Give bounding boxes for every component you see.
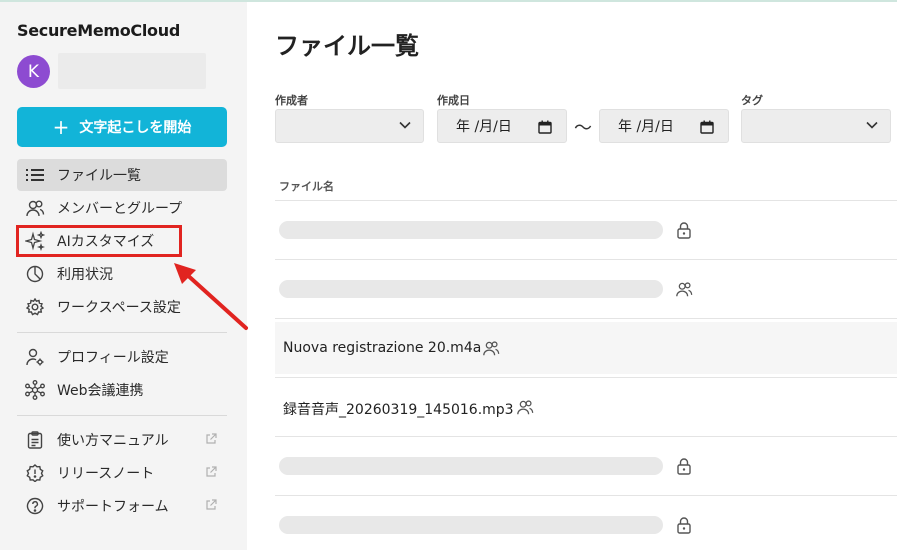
sidebar-item-manual[interactable]: 使い方マニュアル: [17, 424, 227, 456]
external-link-icon: [205, 499, 219, 513]
date-to-input[interactable]: 年 /月/日: [599, 109, 729, 143]
sidebar-item-web-meeting[interactable]: Web会議連携: [17, 374, 227, 406]
tag-filter-label: タグ: [741, 94, 763, 107]
start-transcription-label: 文字起こしを開始: [79, 120, 192, 136]
row-divider: [275, 318, 897, 319]
row-divider: [275, 377, 897, 378]
row-divider: [275, 495, 897, 496]
clipboard-icon: [25, 430, 45, 450]
profile-settings-icon: [25, 347, 45, 367]
file-name-placeholder: [279, 457, 663, 475]
lock-icon: [677, 458, 691, 475]
file-name[interactable]: 録音音声_20260319_145016.mp3: [283, 399, 514, 419]
network-icon: [25, 380, 45, 400]
created-date-filter-label: 作成日: [437, 94, 470, 107]
user-name-placeholder: [58, 53, 206, 89]
creator-select[interactable]: [275, 109, 424, 143]
list-icon: [25, 165, 45, 185]
date-from-input[interactable]: 年 /月/日: [437, 109, 567, 143]
people-icon: [483, 341, 500, 356]
date-range-separator: 〜: [574, 118, 592, 139]
file-name-placeholder: [279, 516, 663, 534]
sidebar-item-profile-settings[interactable]: プロフィール設定: [17, 341, 227, 373]
file-name[interactable]: Nuova registrazione 20.m4a: [283, 340, 481, 356]
brand-name: SecureMemoCloud: [17, 21, 180, 40]
date-from-value: 年 /月/日: [456, 119, 512, 135]
avatar[interactable]: K: [17, 55, 50, 88]
tag-select[interactable]: [741, 109, 891, 143]
sidebar-item-label: Web会議連携: [57, 383, 144, 399]
sidebar-item-file-list[interactable]: ファイル一覧: [17, 159, 227, 191]
highlight-annotation-box: [16, 225, 182, 257]
sidebar-item-label: プロフィール設定: [57, 350, 169, 366]
lock-icon: [677, 517, 691, 534]
people-icon: [676, 282, 693, 297]
sidebar-item-label: メンバーとグループ: [57, 201, 183, 217]
table-header-divider: [275, 200, 897, 201]
creator-filter-label: 作成者: [275, 94, 308, 107]
column-header-filename: ファイル名: [279, 180, 334, 193]
sidebar-item-label: 利用状況: [57, 267, 113, 283]
people-icon: [517, 400, 534, 415]
sidebar-item-label: 使い方マニュアル: [57, 433, 169, 449]
calendar-icon[interactable]: [538, 120, 552, 134]
calendar-icon[interactable]: [700, 120, 714, 134]
row-divider: [275, 436, 897, 437]
external-link-icon: [205, 433, 219, 447]
plus-icon: +: [52, 115, 70, 139]
main-content: ファイル一覧 作成者 作成日 年 /月/日 〜 年 /月/日 タグ ファイル名 …: [247, 2, 897, 550]
red-arrow-annotation: [174, 263, 248, 330]
help-icon: [25, 496, 45, 516]
people-icon: [25, 198, 45, 218]
sidebar-item-label: ファイル一覧: [57, 168, 141, 184]
start-transcription-button[interactable]: + 文字起こしを開始: [17, 107, 227, 147]
file-name-placeholder: [279, 221, 663, 239]
sidebar-item-release-notes[interactable]: リリースノート: [17, 457, 227, 489]
gear-icon: [25, 297, 45, 317]
sidebar-item-support-form[interactable]: サポートフォーム: [17, 490, 227, 522]
date-to-value: 年 /月/日: [618, 119, 674, 135]
sidebar-item-label: サポートフォーム: [57, 499, 169, 515]
alert-badge-icon: [25, 463, 45, 483]
page-title: ファイル一覧: [275, 32, 419, 60]
chevron-down-icon: [866, 121, 878, 129]
chevron-down-icon: [399, 121, 411, 129]
pie-chart-icon: [25, 264, 45, 284]
row-divider: [275, 259, 897, 260]
sidebar-divider: [17, 415, 227, 416]
sidebar-item-label: リリースノート: [57, 466, 155, 482]
sidebar-item-label: ワークスペース設定: [57, 300, 181, 316]
lock-icon: [677, 222, 691, 239]
sidebar-item-members-groups[interactable]: メンバーとグループ: [17, 192, 227, 224]
external-link-icon: [205, 466, 219, 480]
file-name-placeholder: [279, 280, 663, 298]
